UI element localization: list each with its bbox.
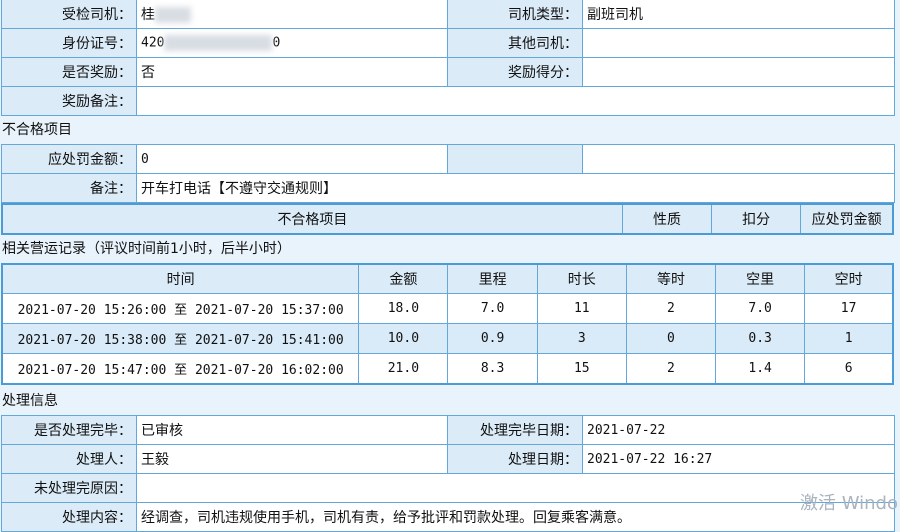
other-driver-label: 其他司机： <box>447 28 583 58</box>
note-row: 备注： 开车打电话【不遵守交通规则】 <box>1 173 895 203</box>
id-number-prefix: 420 <box>141 35 165 51</box>
handler-row: 处理人： 王毅 处理日期： 2021-07-22 16:27 <box>1 444 895 474</box>
nonconformity-items-table: 不合格项目 性质 扣分 应处罚金额 <box>1 203 894 235</box>
cell-time: 2021-07-20 15:26:00 至 2021-07-20 15:37:0… <box>1 293 360 324</box>
id-number-value: 420 0 <box>136 28 448 58</box>
reward-note-row: 奖励备注： <box>1 86 895 116</box>
column-header-empty-time: 空时 <box>804 263 894 294</box>
driver-info-table: 受检司机： 桂 司机类型： 副班司机 身份证号： 420 0 其他司机： 是否奖励… <box>1 0 895 116</box>
id-number-suffix: 0 <box>272 35 281 51</box>
note-label: 备注： <box>1 173 137 203</box>
content-row: 处理内容： 经调查，司机违规使用手机，司机有责，给予批评和罚款处理。回复乘客满意… <box>1 502 895 532</box>
cell-empty-mileage: 1.4 <box>715 353 806 385</box>
cell-empty-mileage: 7.0 <box>715 293 806 324</box>
table-row[interactable]: 2021-07-20 15:47:00 至 2021-07-20 16:02:0… <box>1 353 894 385</box>
incomplete-reason-label: 未处理完原因： <box>1 473 137 503</box>
id-number-label: 身份证号： <box>1 28 137 58</box>
completed-row: 是否处理完毕： 已审核 处理完毕日期： 2021-07-22 <box>1 415 895 445</box>
fine-label: 应处罚金额： <box>1 144 137 174</box>
nonconformity-section-title: 不合格项目 <box>2 122 72 138</box>
cell-empty-time: 1 <box>804 323 894 354</box>
cell-empty-time: 17 <box>804 293 894 324</box>
column-header-time: 时间 <box>1 263 360 294</box>
column-header-mileage: 里程 <box>447 263 538 294</box>
reward-label: 是否奖励： <box>1 57 137 87</box>
operation-records-section-title: 相关营运记录（评议时间前1小时，后半小时） <box>2 241 291 257</box>
column-header-item: 不合格项目 <box>1 203 623 235</box>
activation-watermark: 激活 Windo <box>800 493 898 514</box>
cell-duration: 11 <box>536 293 627 324</box>
process-date-label: 处理日期： <box>447 444 583 474</box>
cell-amount: 18.0 <box>358 293 449 324</box>
reward-note-label: 奖励备注： <box>1 86 137 116</box>
content-value: 经调查，司机违规使用手机，司机有责，给予批评和罚款处理。回复乘客满意。 <box>136 502 895 532</box>
reward-score-label: 奖励得分： <box>447 57 583 87</box>
column-header-deduction: 扣分 <box>711 203 802 235</box>
cell-mileage: 0.9 <box>447 323 538 354</box>
empty-cell <box>447 144 583 174</box>
content-label: 处理内容： <box>1 502 137 532</box>
note-value: 开车打电话【不遵守交通规则】 <box>136 173 895 203</box>
cell-empty-mileage: 0.3 <box>715 323 806 354</box>
incomplete-reason-value <box>136 473 895 503</box>
cell-duration: 15 <box>536 353 627 385</box>
processing-table: 是否处理完毕： 已审核 处理完毕日期： 2021-07-22 处理人： 王毅 处… <box>1 415 895 532</box>
column-header-fine: 应处罚金额 <box>800 203 894 235</box>
cell-time: 2021-07-20 15:38:00 至 2021-07-20 15:41:0… <box>1 323 360 354</box>
other-driver-value <box>582 28 895 58</box>
driver-type-label: 司机类型： <box>447 0 583 29</box>
table-row[interactable]: 2021-07-20 15:38:00 至 2021-07-20 15:41:0… <box>1 323 894 354</box>
cell-amount: 21.0 <box>358 353 449 385</box>
processing-section-title: 处理信息 <box>2 393 58 409</box>
completed-label: 是否处理完毕： <box>1 415 137 445</box>
inspected-driver-row: 受检司机： 桂 司机类型： 副班司机 <box>1 0 895 29</box>
fine-row: 应处罚金额： 0 <box>1 144 895 174</box>
column-header-empty-mileage: 空里 <box>715 263 806 294</box>
handler-value: 王毅 <box>136 444 448 474</box>
cell-wait-time: 0 <box>625 323 717 354</box>
handler-label: 处理人： <box>1 444 137 474</box>
cell-wait-time: 2 <box>625 353 717 385</box>
driver-type-value: 副班司机 <box>582 0 895 29</box>
completed-date-label: 处理完毕日期： <box>447 415 583 445</box>
completed-date-value: 2021-07-22 <box>582 415 895 445</box>
column-header-nature: 性质 <box>621 203 713 235</box>
nonconformity-table: 应处罚金额： 0 备注： 开车打电话【不遵守交通规则】 <box>1 144 895 203</box>
column-header-wait-time: 等时 <box>625 263 717 294</box>
table-header-row: 不合格项目 性质 扣分 应处罚金额 <box>1 203 894 235</box>
fine-value: 0 <box>136 144 448 174</box>
cell-mileage: 7.0 <box>447 293 538 324</box>
inspected-driver-label: 受检司机： <box>1 0 137 29</box>
completed-value: 已审核 <box>136 415 448 445</box>
cell-amount: 10.0 <box>358 323 449 354</box>
column-header-amount: 金额 <box>358 263 449 294</box>
reward-score-value <box>582 57 895 87</box>
table-header-row: 时间 金额 里程 时长 等时 空里 空时 <box>1 263 894 294</box>
redaction-blur <box>164 35 273 51</box>
redaction-blur <box>155 7 191 23</box>
empty-cell <box>582 144 895 174</box>
cell-mileage: 8.3 <box>447 353 538 385</box>
column-header-duration: 时长 <box>536 263 627 294</box>
operation-records-table: 时间 金额 里程 时长 等时 空里 空时 2021-07-20 15:26:00… <box>1 263 894 385</box>
cell-time: 2021-07-20 15:47:00 至 2021-07-20 16:02:0… <box>1 353 360 385</box>
process-date-value: 2021-07-22 16:27 <box>582 444 895 474</box>
incomplete-reason-row: 未处理完原因： <box>1 473 895 503</box>
table-row[interactable]: 2021-07-20 15:26:00 至 2021-07-20 15:37:0… <box>1 293 894 324</box>
cell-wait-time: 2 <box>625 293 717 324</box>
id-number-row: 身份证号： 420 0 其他司机： <box>1 28 895 58</box>
cell-duration: 3 <box>536 323 627 354</box>
reward-value: 否 <box>136 57 448 87</box>
cell-empty-time: 6 <box>804 353 894 385</box>
reward-row: 是否奖励： 否 奖励得分： <box>1 57 895 87</box>
reward-note-value <box>136 86 895 116</box>
inspected-driver-value: 桂 <box>136 0 448 29</box>
inspected-driver-name: 桂 <box>141 7 155 23</box>
